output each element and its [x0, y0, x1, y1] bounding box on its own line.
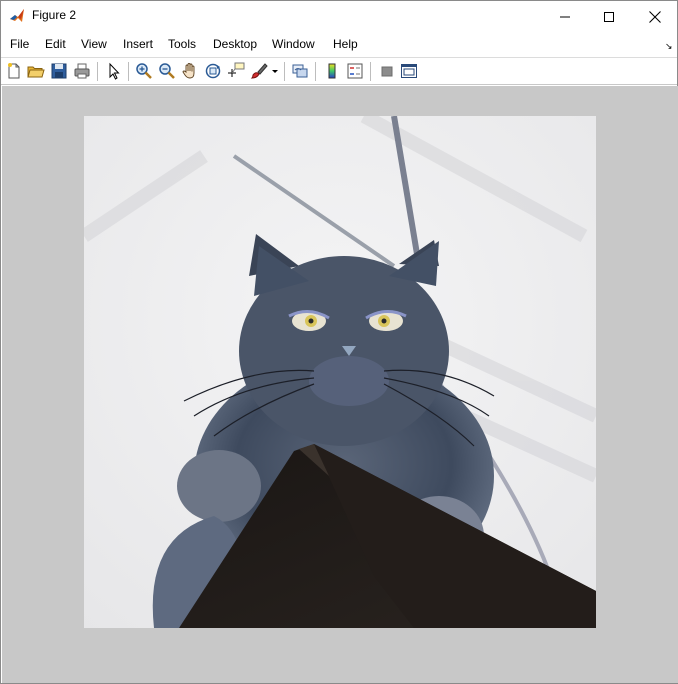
menu-insert[interactable]: Insert [123, 37, 153, 51]
inverted-cat-photo [84, 116, 596, 628]
menu-desktop[interactable]: Desktop [213, 37, 257, 51]
zoom-in-icon[interactable] [135, 62, 153, 80]
print-icon[interactable] [73, 62, 91, 80]
toolbar-separator [284, 62, 285, 81]
zoom-out-icon[interactable] [158, 62, 176, 80]
toolbar-separator [128, 62, 129, 81]
show-plot-tools-icon[interactable] [400, 62, 418, 80]
brush-icon[interactable] [250, 62, 268, 80]
insert-colorbar-icon[interactable] [323, 62, 341, 80]
hide-plot-tools-icon[interactable] [378, 62, 396, 80]
minimize-button[interactable] [542, 1, 588, 32]
close-icon [649, 10, 661, 23]
brush-dropdown-icon[interactable] [271, 62, 279, 80]
menu-bar: File Edit View Insert Tools Desktop Wind… [1, 32, 677, 56]
pan-icon[interactable] [181, 62, 199, 80]
new-figure-icon[interactable] [5, 62, 23, 80]
data-cursor-icon[interactable] [227, 62, 245, 80]
toolbar-separator [97, 62, 98, 81]
figure-canvas[interactable] [2, 86, 678, 683]
link-plot-icon[interactable] [291, 62, 309, 80]
figure-toolbar [1, 57, 677, 85]
edit-plot-icon[interactable] [105, 62, 123, 80]
figure-window: Figure 2 File Edit View Insert Tools Des… [0, 0, 678, 684]
menu-edit[interactable]: Edit [45, 37, 66, 51]
maximize-icon [604, 11, 614, 22]
insert-legend-icon[interactable] [346, 62, 364, 80]
save-icon[interactable] [50, 62, 68, 80]
status-text [16, 678, 76, 682]
menu-file[interactable]: File [10, 37, 29, 51]
menu-tools[interactable]: Tools [168, 37, 196, 51]
menu-window[interactable]: Window [272, 37, 315, 51]
window-title: Figure 2 [32, 8, 77, 22]
close-button[interactable] [632, 1, 678, 32]
menu-help[interactable]: Help [333, 37, 358, 51]
maximize-button[interactable] [586, 1, 632, 32]
title-bar[interactable]: Figure 2 [1, 1, 677, 32]
matlab-icon [9, 8, 25, 24]
toolbar-separator [370, 62, 371, 81]
dock-arrow-icon[interactable]: ↘ [665, 41, 673, 52]
toolbar-separator [315, 62, 316, 81]
rotate-3d-icon[interactable] [204, 62, 222, 80]
open-file-icon[interactable] [27, 62, 45, 80]
menu-view[interactable]: View [81, 37, 107, 51]
cat-image[interactable] [84, 116, 596, 628]
minimize-icon [560, 16, 570, 17]
